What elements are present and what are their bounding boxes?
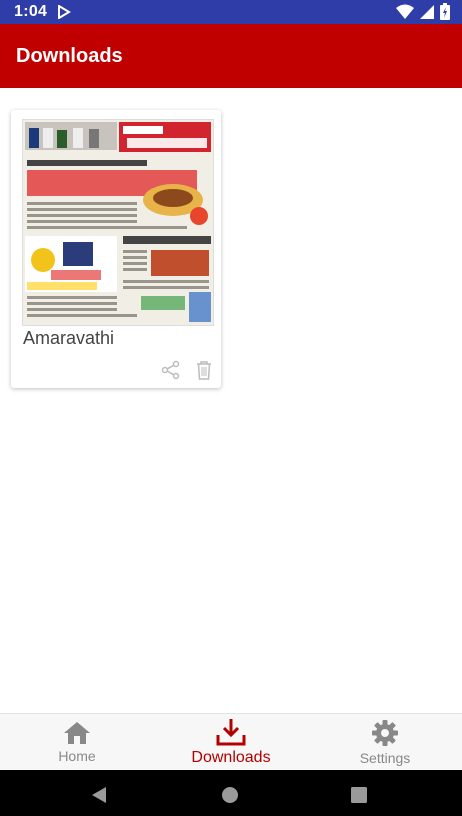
app-bar: Downloads: [0, 24, 462, 88]
nav-settings-label: Settings: [359, 750, 411, 766]
home-circle-icon[interactable]: [221, 786, 239, 804]
system-navigation-bar: [0, 770, 462, 816]
back-icon[interactable]: [90, 786, 108, 804]
bottom-navigation: Home Downloads Settings: [0, 713, 462, 771]
status-bar: 1:04: [0, 0, 462, 24]
cell-signal-icon: [420, 4, 434, 19]
play-store-notification-icon: [58, 5, 72, 19]
battery-icon: [440, 3, 450, 20]
newspaper-thumbnail[interactable]: [22, 119, 214, 326]
recents-icon[interactable]: [350, 786, 368, 804]
download-card[interactable]: Amaravathi: [11, 110, 221, 388]
newspaper-page-image: [23, 120, 213, 325]
home-icon: [64, 722, 90, 744]
nav-downloads[interactable]: Downloads: [154, 714, 308, 771]
nav-home[interactable]: Home: [0, 714, 154, 771]
delete-icon[interactable]: [195, 360, 215, 380]
nav-home-label: Home: [58, 748, 96, 764]
nav-settings[interactable]: Settings: [308, 714, 462, 771]
nav-downloads-label: Downloads: [191, 749, 271, 766]
page-title: Downloads: [16, 44, 123, 67]
download-icon: [216, 719, 246, 746]
gear-icon: [372, 720, 398, 746]
wifi-icon: [396, 4, 414, 19]
share-icon[interactable]: [161, 360, 181, 380]
status-time: 1:04: [14, 3, 48, 20]
edition-name: Amaravathi: [23, 328, 115, 348]
